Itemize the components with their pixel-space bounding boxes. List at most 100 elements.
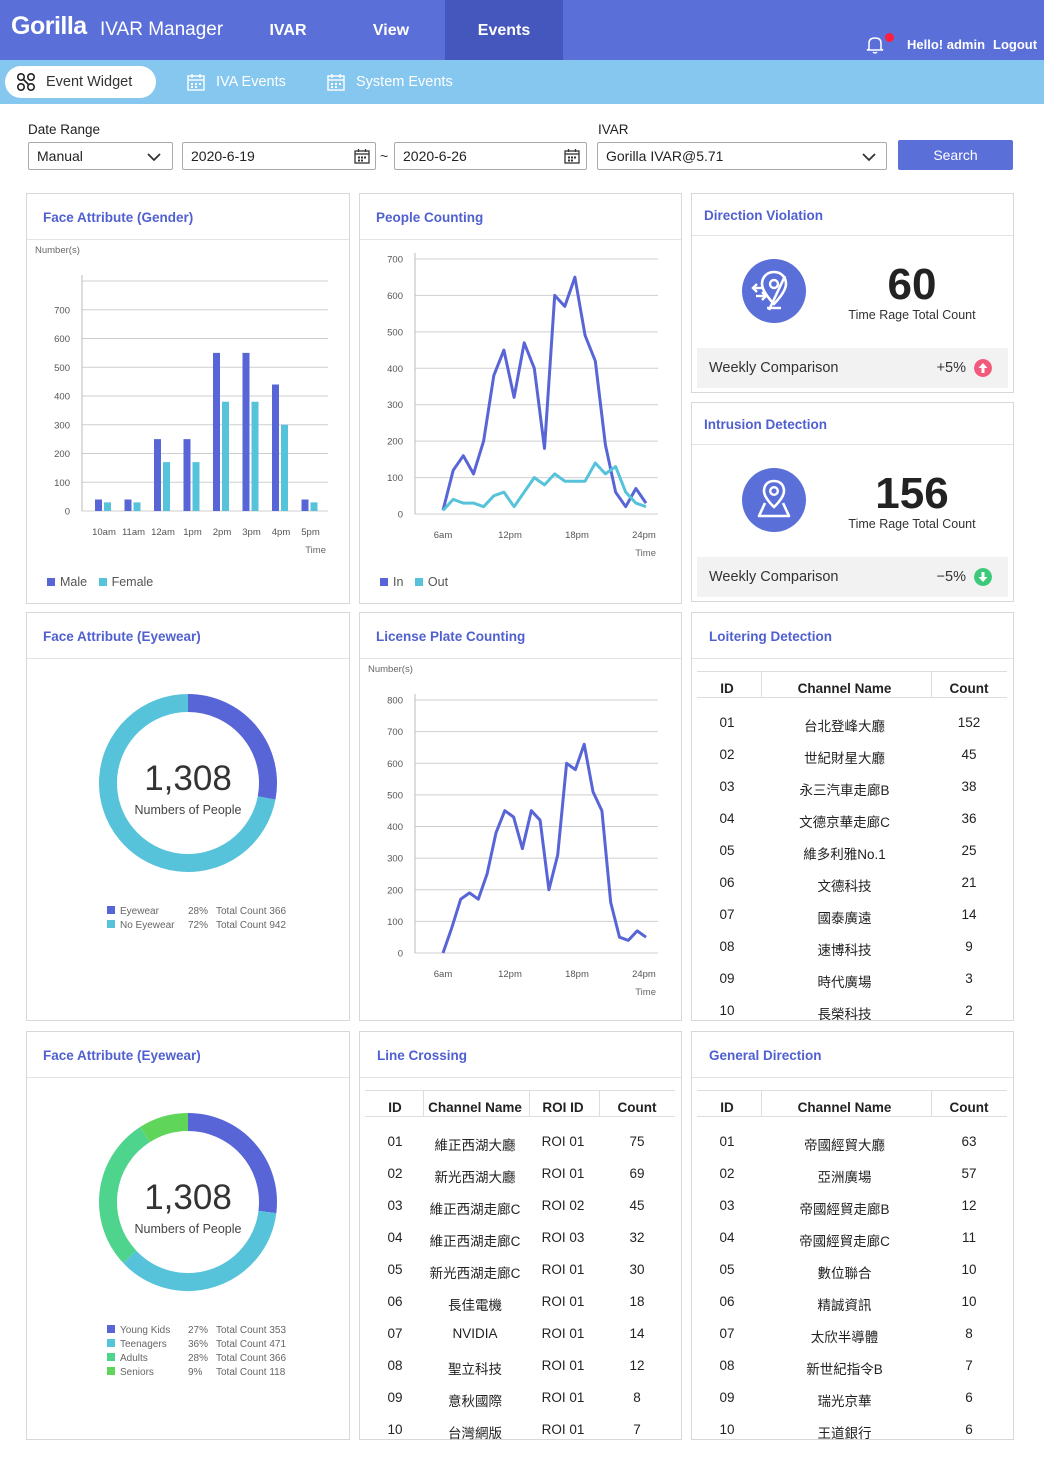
bar-male [213, 352, 220, 511]
search-button[interactable]: Search [898, 140, 1013, 170]
table-cell: 新光西湖走廊C [429, 1266, 521, 1281]
column-header[interactable]: ID [365, 1100, 425, 1115]
column-header[interactable]: Count [599, 1100, 675, 1115]
table-cell: 新光西湖大廳 [434, 1170, 516, 1185]
table-cell: 長佳電機 [448, 1298, 502, 1313]
divider [365, 1090, 675, 1091]
tab-system-events-label: System Events [356, 74, 453, 90]
legend-name: Young Kids [120, 1325, 171, 1336]
legend-total: Total Count 942 [216, 920, 287, 931]
table-cell: 數位聯合 [817, 1266, 872, 1281]
legend-row: Teenagers 36% Total Count 471 [107, 1338, 286, 1352]
y-axis-label: Number(s) [368, 664, 413, 675]
donut-total: 1,308 [144, 759, 232, 798]
column-header[interactable]: Channel Name [761, 1100, 928, 1115]
table-cell: 維多利雅No.1 [803, 847, 886, 862]
column-header[interactable]: Channel Name [423, 1100, 527, 1115]
x-tick-label: 5pm [301, 527, 320, 538]
column-header[interactable]: Count [931, 1100, 1007, 1115]
x-tick-label: 12pm [498, 530, 522, 541]
bell-icon[interactable] [864, 33, 886, 55]
line-crossing-card: Line Crossing ID Channel Name ROI ID Count 0… [359, 1031, 682, 1441]
table-cell-count: 7 [965, 1358, 973, 1373]
column-header[interactable]: ID [697, 1100, 757, 1115]
notification-dot [885, 33, 894, 42]
weekly-comparison: Weekly Comparison −5% [697, 557, 1008, 597]
divider [761, 1090, 762, 1116]
table-cell-count: 12 [629, 1358, 645, 1373]
tab-event-widget-label: Event Widget [46, 74, 133, 90]
x-tick-label: 12pm [498, 969, 522, 980]
general-direction-card: General Direction ID Channel Name Count 01 帝… [691, 1031, 1014, 1441]
tab-event-widget[interactable]: Event Widget [5, 66, 156, 98]
table-cell-id: 01 [387, 1134, 403, 1149]
table-cell-id: 07 [719, 1326, 735, 1341]
legend-swatch [414, 578, 423, 586]
nav-events[interactable]: Events [445, 0, 563, 60]
weekly-comparison-label: Weekly Comparison [709, 360, 839, 376]
start-date-field[interactable]: 2020-6-19 [182, 142, 376, 170]
calendar-icon[interactable] [564, 148, 580, 164]
card-title: General Direction [692, 1032, 1013, 1078]
logout-link[interactable]: Logout [993, 37, 1037, 52]
column-header[interactable]: ID [697, 681, 757, 696]
divider [697, 1090, 1007, 1091]
intrusion-detection-card: Intrusion Detection 156 Time Rage Total … [691, 402, 1014, 602]
y-tick-label: 300 [54, 420, 70, 431]
y-tick-label: 300 [387, 854, 403, 865]
x-tick-label: 6am [434, 969, 453, 980]
legend-total: Total Count 366 [216, 1353, 287, 1364]
card-title: Face Attribute (Gender) [27, 194, 349, 240]
table-cell: 帝國經貿走廊B [799, 1202, 890, 1217]
nav-view[interactable]: View [332, 0, 450, 60]
donut-legend: Young Kids 27% Total Count 353 Teenagers 36… [107, 1324, 286, 1380]
table-cell-id: 08 [719, 1358, 735, 1373]
table-cell-count: 12 [961, 1198, 977, 1213]
table-cell: ROI 01 [541, 1262, 585, 1277]
x-tick-label: 10am [92, 527, 116, 538]
table-cell: 亞洲廣場 [817, 1170, 872, 1185]
legend-swatch [107, 1353, 115, 1361]
top-bar: Gorilla IVAR Manager IVAR View Events He… [0, 0, 1044, 60]
table-cell: ROI 01 [541, 1390, 585, 1405]
legend-row: No Eyewear 72% Total Count 942 [107, 919, 286, 933]
table-cell-id: 09 [719, 971, 735, 986]
total-count-value: 60 [887, 260, 937, 309]
table-cell-count: 36 [961, 811, 977, 826]
end-date-field[interactable]: 2020-6-26 [394, 142, 587, 170]
x-tick-label: 3pm [242, 527, 261, 538]
x-tick-label: 18pm [565, 530, 589, 541]
nav-ivar[interactable]: IVAR [229, 0, 347, 60]
table-cell: ROI 01 [541, 1326, 585, 1341]
x-tick-label: 24pm [632, 969, 656, 980]
gender-bar-chart: Number(s) 0 100 200 300 400 500 600 700 Time 10am 1… [35, 245, 328, 556]
x-tick-label: 24pm [632, 530, 656, 541]
divider [423, 1090, 424, 1116]
donut-subtitle: Numbers of People [134, 1222, 242, 1236]
weekly-comparison-label: Weekly Comparison [709, 569, 839, 585]
x-tick-label: 12am [151, 527, 175, 538]
table-cell: ROI 02 [541, 1198, 585, 1213]
column-header[interactable]: ROI ID [529, 1100, 597, 1115]
chart-legend: Male Female [47, 575, 153, 589]
card-title: Direction Violation [692, 194, 1013, 236]
mode-select[interactable]: Manual [28, 142, 173, 170]
weekly-comparison: Weekly Comparison +5% [697, 348, 1008, 388]
calendar-icon[interactable] [354, 148, 370, 164]
x-tick-label: 1pm [183, 527, 202, 538]
legend-row: Adults 28% Total Count 366 [107, 1352, 286, 1366]
end-date-value: 2020-6-26 [403, 148, 467, 164]
table-cell: 維正西湖大廳 [434, 1138, 516, 1153]
weekly-comparison-value: −5% [936, 569, 966, 585]
table-cell-count: 10 [961, 1262, 977, 1277]
table-cell-count: 32 [629, 1230, 645, 1245]
y-tick-label: 400 [387, 364, 403, 375]
y-tick-label: 400 [54, 392, 70, 403]
table-cell-id: 02 [719, 1166, 735, 1181]
tab-system-events[interactable]: System Events [326, 66, 466, 98]
table-cell-id: 02 [387, 1166, 403, 1181]
tab-iva-events[interactable]: IVA Events [186, 66, 306, 98]
ivar-select[interactable]: Gorilla IVAR@5.71 [597, 142, 887, 170]
column-header[interactable]: Channel Name [761, 681, 928, 696]
column-header[interactable]: Count [931, 681, 1007, 696]
